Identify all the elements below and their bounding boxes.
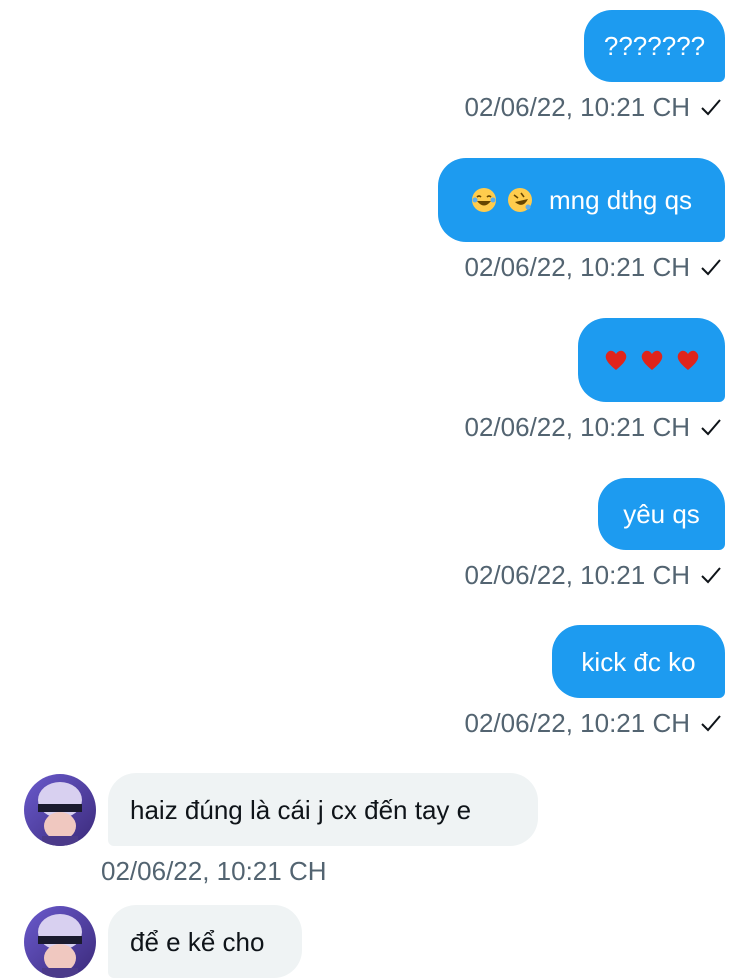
message-text: để e kể cho (130, 927, 265, 957)
message-timestamp: 02/06/22, 10:21 CH (464, 411, 691, 442)
message-thread: ??????? 02/06/22, 10:21 CH mng dthg qs 0… (0, 0, 750, 978)
red-heart-emoji-icon (641, 350, 662, 370)
red-heart-emoji-icon (605, 350, 626, 370)
message-bubble-incoming[interactable]: để e kể cho (108, 905, 302, 978)
message-meta: 02/06/22, 10:21 CH (465, 559, 723, 591)
red-heart-emoji-icon (677, 350, 698, 370)
check-icon (701, 99, 721, 116)
message-bubble-outgoing[interactable]: mng dthg qs (438, 158, 725, 242)
message-bubble-incoming[interactable]: haiz đúng là cái j cx đến tay e (108, 773, 538, 846)
message-timestamp: 02/06/22, 10:21 CH (101, 855, 327, 886)
contact-avatar[interactable] (24, 906, 96, 978)
message-timestamp: 02/06/22, 10:21 CH (464, 251, 691, 282)
message-meta: 02/06/22, 10:21 CH (465, 251, 723, 283)
message-meta: 02/06/22, 10:21 CH (465, 411, 723, 443)
message-bubble-outgoing[interactable]: kick đc ko (552, 625, 725, 698)
message-timestamp: 02/06/22, 10:21 CH (464, 91, 691, 122)
contact-avatar[interactable] (24, 774, 96, 846)
message-bubble-outgoing[interactable] (578, 318, 725, 402)
rofl-emoji-icon (507, 188, 532, 212)
check-icon (701, 567, 721, 584)
message-text: ??????? (603, 31, 706, 61)
emoji-group (603, 347, 701, 373)
message-timestamp: 02/06/22, 10:21 CH (464, 707, 691, 738)
avatar-image (24, 774, 96, 846)
message-text: yêu qs (623, 499, 700, 529)
emoji-group: mng dthg qs (471, 185, 692, 215)
check-icon (701, 259, 721, 276)
message-timestamp: 02/06/22, 10:21 CH (464, 559, 691, 590)
message-bubble-outgoing[interactable]: yêu qs (598, 478, 725, 550)
laughing-tears-emoji-icon (471, 188, 496, 212)
message-text: mng dthg qs (548, 185, 693, 215)
message-meta: 02/06/22, 10:21 CH (465, 91, 723, 123)
avatar-image (24, 906, 96, 978)
message-text: haiz đúng là cái j cx đến tay e (130, 794, 472, 825)
check-icon (701, 715, 721, 732)
message-meta: 02/06/22, 10:21 CH (465, 707, 723, 739)
message-bubble-outgoing[interactable]: ??????? (584, 10, 725, 82)
message-text: kick đc ko (581, 646, 696, 677)
check-icon (701, 419, 721, 436)
message-meta: 02/06/22, 10:21 CH (101, 855, 327, 887)
